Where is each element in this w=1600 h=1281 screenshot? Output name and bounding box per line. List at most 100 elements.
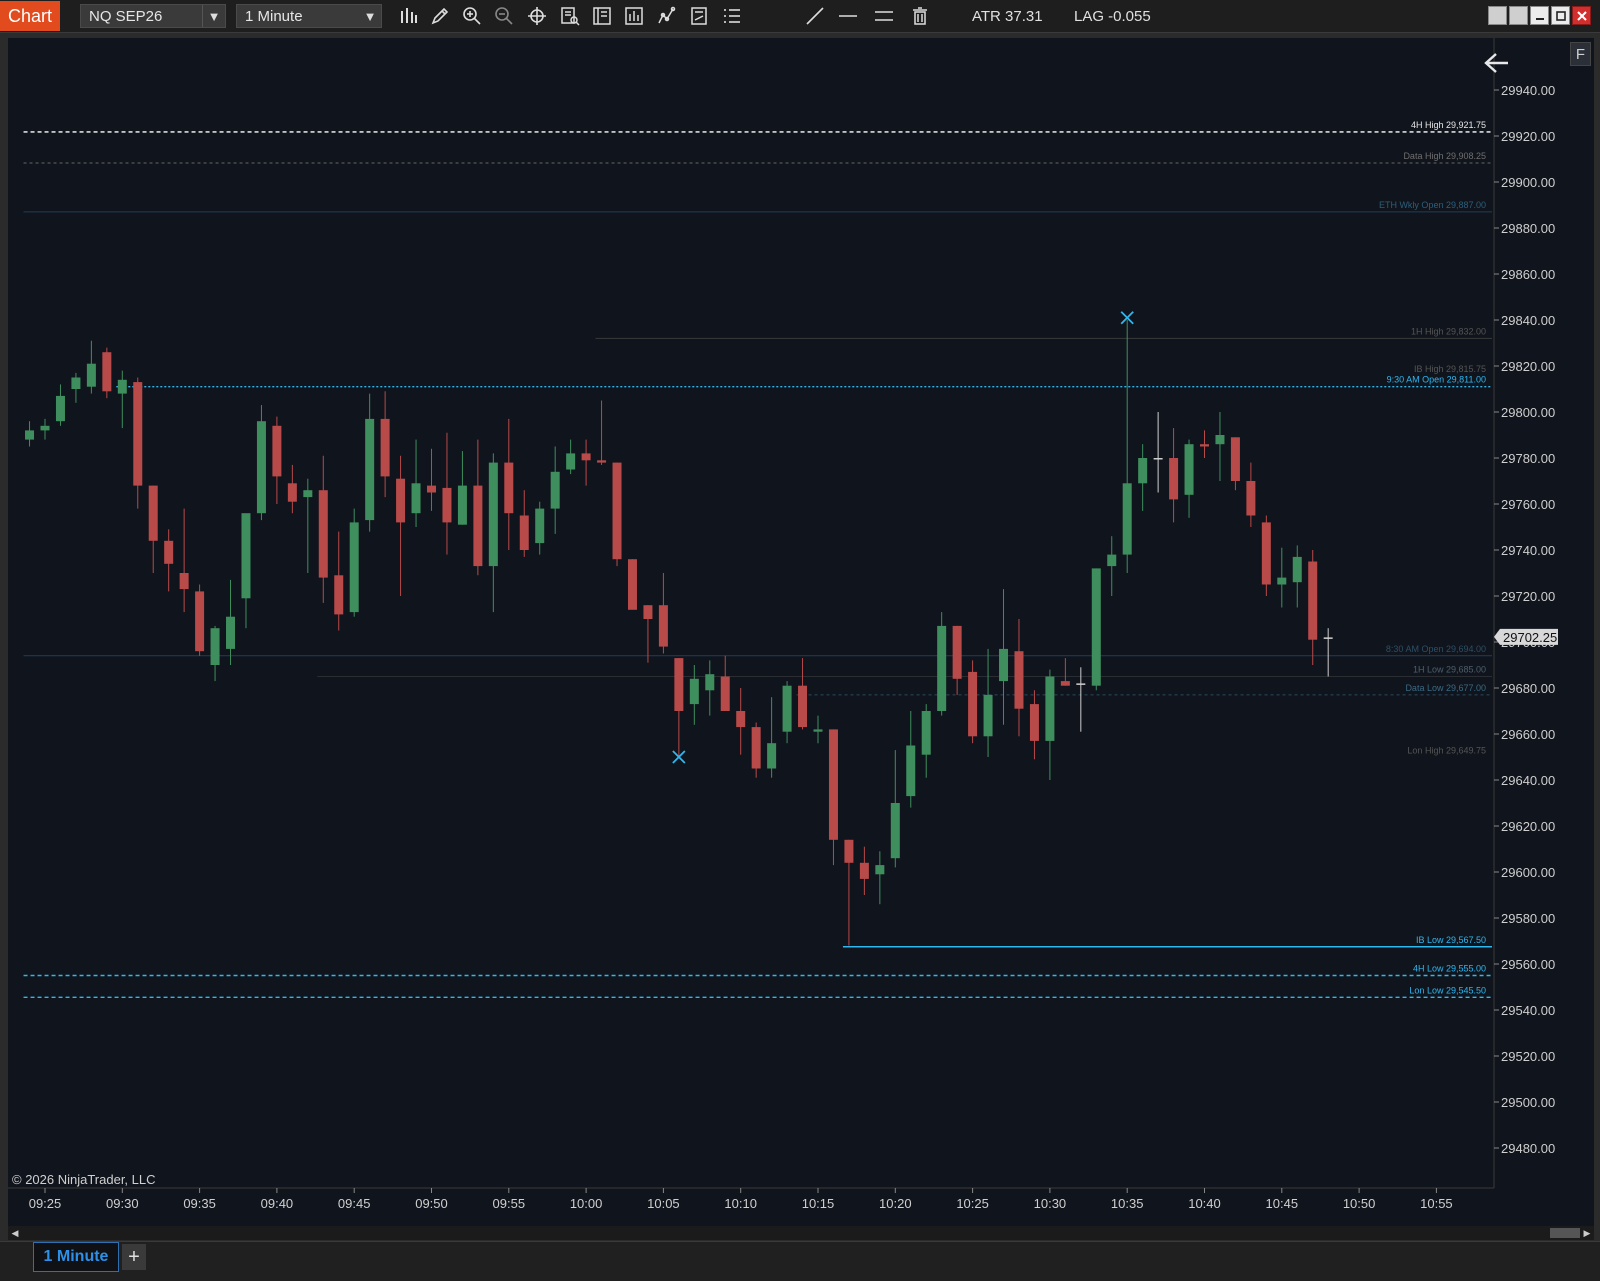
candle (133, 377, 143, 509)
data-box-icon[interactable] (558, 4, 582, 28)
window-tile-icon[interactable] (1509, 6, 1528, 25)
candle (40, 418, 50, 440)
crosshair-icon[interactable] (525, 4, 549, 28)
candle (627, 559, 637, 610)
candle (1230, 437, 1240, 491)
ray-lines-icon[interactable] (872, 4, 896, 28)
bar-type-icon[interactable] (396, 4, 420, 28)
instrument-selector[interactable]: NQ SEP26 ▼ (80, 4, 226, 28)
candle-body (1122, 483, 1132, 555)
candle-body (844, 839, 854, 863)
candle-body (164, 540, 174, 564)
time-tick-label: 10:30 (1034, 1196, 1067, 1211)
candle-body (999, 648, 1009, 682)
indicators-icon[interactable] (622, 4, 646, 28)
candle-body (427, 485, 436, 493)
candle (535, 501, 545, 555)
candle (550, 446, 560, 534)
horizontal-line-icon[interactable] (836, 4, 860, 28)
candle-body (365, 418, 375, 521)
candle (102, 347, 112, 399)
time-tick-label: 09:40 (261, 1196, 294, 1211)
scroll-left-icon[interactable]: ◀ (8, 1226, 22, 1240)
candle-body (334, 575, 344, 615)
calculator-icon[interactable] (687, 4, 711, 28)
candle-body (457, 485, 467, 525)
app-title[interactable]: Chart (0, 1, 60, 31)
candle (241, 513, 251, 629)
time-tick-label: 10:20 (879, 1196, 912, 1211)
candle-body (256, 421, 266, 514)
candle-body (380, 418, 390, 477)
candle (55, 384, 65, 426)
tab-1-minute[interactable]: 1 Minute (33, 1242, 119, 1272)
interval-selector[interactable]: 1 Minute ▼ (236, 4, 382, 28)
add-tab-button[interactable]: + (122, 1244, 146, 1270)
candle (658, 573, 668, 654)
candle (844, 839, 854, 946)
candle-body (1292, 556, 1302, 583)
candle-body (1029, 704, 1039, 741)
candle-body (1323, 637, 1333, 639)
candle-body (751, 727, 761, 769)
time-tick-label: 09:35 (183, 1196, 216, 1211)
fullscreen-button[interactable]: F (1570, 42, 1591, 66)
candle (1261, 515, 1271, 596)
price-tick-label: 29560.00 (1501, 957, 1555, 972)
scroll-right-icon[interactable]: ▶ (1580, 1226, 1594, 1240)
candle (427, 448, 436, 511)
time-tick-label: 10:05 (647, 1196, 680, 1211)
candle (906, 711, 916, 808)
candle (164, 529, 174, 592)
pencil-icon[interactable] (428, 4, 452, 28)
candle-body (1153, 458, 1163, 460)
candle (937, 612, 947, 716)
zoom-in-icon[interactable] (460, 4, 484, 28)
list-icon[interactable] (720, 4, 744, 28)
back-arrow-icon[interactable] (1484, 53, 1508, 73)
candle (890, 750, 900, 868)
horizontal-scrollbar[interactable] (8, 1226, 1594, 1240)
candle-body (1169, 458, 1179, 500)
minimize-icon[interactable] (1530, 6, 1549, 25)
candle (767, 697, 777, 778)
strategies-icon[interactable] (655, 4, 679, 28)
candle (1014, 619, 1024, 737)
close-icon[interactable] (1572, 6, 1591, 25)
time-tick-label: 09:45 (338, 1196, 371, 1211)
candle-body (921, 711, 931, 755)
candle (1292, 545, 1302, 608)
candle-body (890, 803, 900, 859)
candle-body (71, 377, 81, 389)
window-pin-icon[interactable] (1488, 6, 1507, 25)
candle-body (782, 685, 792, 732)
candle (968, 660, 978, 744)
candle (705, 660, 715, 716)
level-label: Data Low 29,677.00 (1405, 683, 1486, 693)
candle-body (40, 425, 50, 431)
trash-icon[interactable] (908, 4, 932, 28)
price-chart[interactable]: 4H High 29,921.75 Data High 29,908.25 ETH … (8, 38, 1594, 1226)
maximize-icon[interactable] (1551, 6, 1570, 25)
properties-icon[interactable] (590, 4, 614, 28)
scroll-thumb[interactable] (1550, 1228, 1580, 1238)
candle (859, 846, 869, 895)
candle (1246, 462, 1256, 527)
candle (1308, 550, 1318, 665)
level-label: Lon High 29,649.75 (1407, 746, 1486, 756)
price-tick-label: 29520.00 (1501, 1049, 1555, 1064)
price-tick-label: 29720.00 (1501, 589, 1555, 604)
zoom-out-icon[interactable] (492, 4, 516, 28)
candle-body (195, 591, 205, 652)
candle-body (720, 676, 730, 711)
candle-body (411, 483, 421, 514)
candle (1169, 428, 1179, 523)
candle-body (983, 694, 993, 737)
candle-body (1060, 681, 1070, 686)
chart-area[interactable]: 4H High 29,921.75 Data High 29,908.25 ETH … (8, 38, 1594, 1226)
chevron-down-icon[interactable]: ▼ (202, 5, 225, 27)
level-label: 4H High 29,921.75 (1411, 120, 1486, 130)
line-tool-icon[interactable] (803, 4, 827, 28)
candle-body (1200, 444, 1209, 447)
chevron-down-icon[interactable]: ▼ (359, 5, 381, 27)
